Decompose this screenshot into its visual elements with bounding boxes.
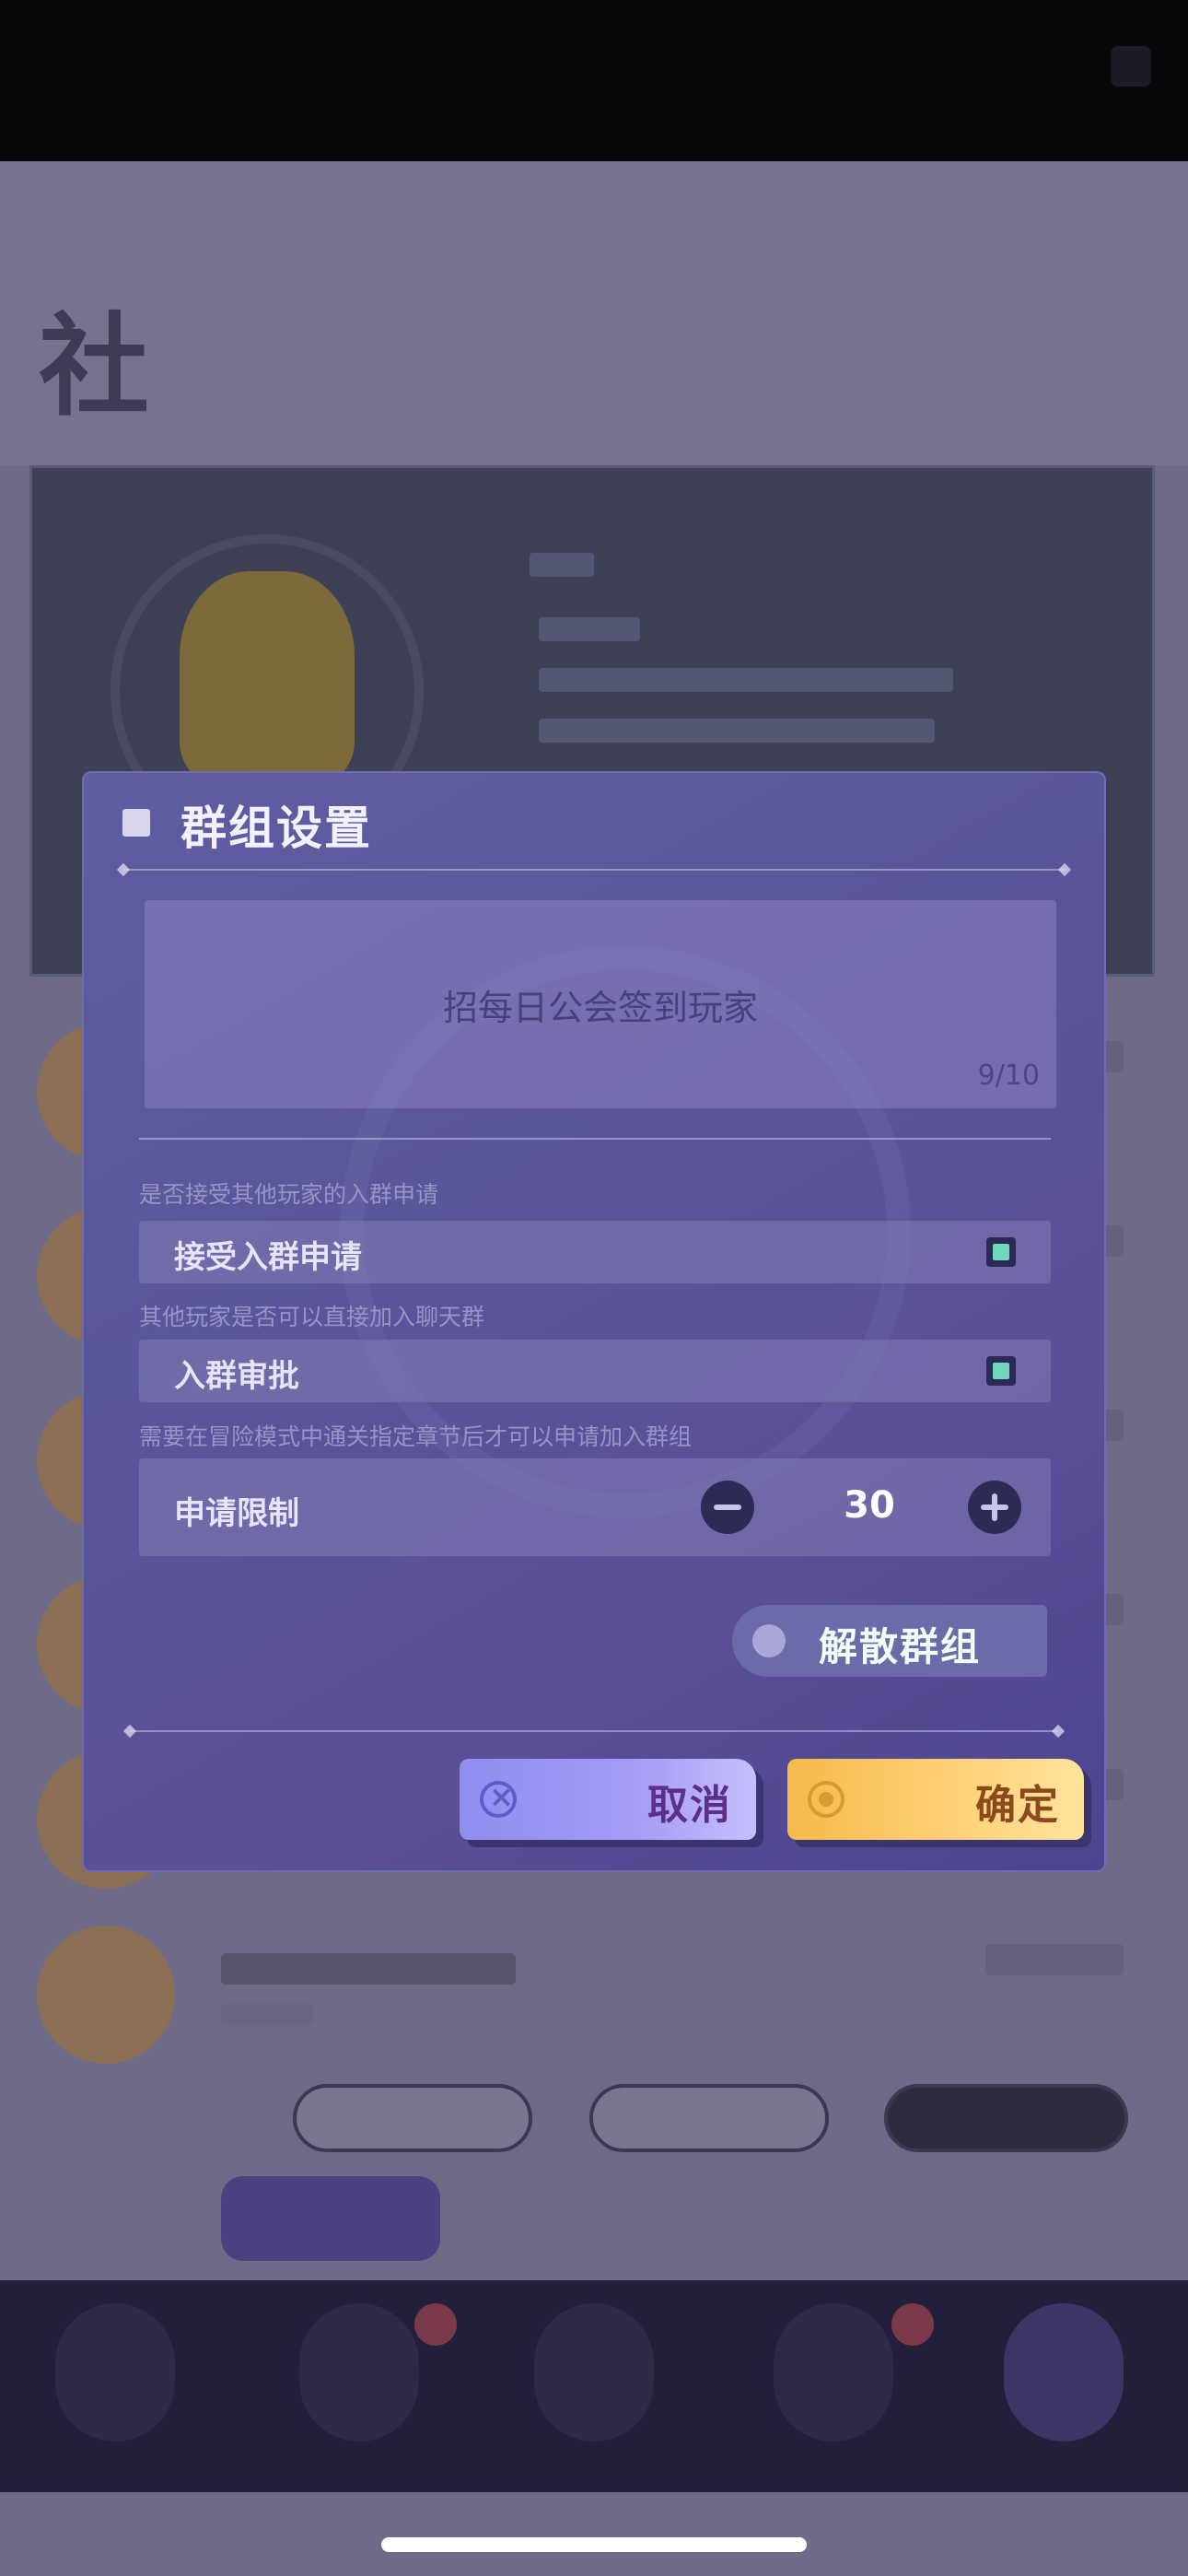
dialog-title: 群组设置 [181,801,372,855]
group-settings-dialog: 群组设置 招每日公会签到玩家 9/10 是否接受其他玩家的入群申请 接受入群申请… [82,771,1106,1872]
tab-icon [1004,2303,1124,2441]
menu-icon [1111,46,1151,87]
background-text-line [539,719,935,743]
footer-divider [122,1724,1066,1739]
join-approval-label: 入群审批 [174,1358,299,1395]
join-approval-hint: 其他玩家是否可以直接加入聊天群 [139,1304,485,1330]
group-description-text: 招每日公会签到玩家 [442,988,758,1028]
disband-group-button[interactable]: 解散群组 [732,1605,1047,1677]
accept-applications-hint: 是否接受其他玩家的入群申请 [139,1181,439,1208]
accept-applications-row[interactable]: 接受入群申请 [139,1221,1051,1283]
tab-icon [299,2303,419,2441]
accept-applications-label: 接受入群申请 [174,1239,362,1276]
join-approval-checkbox[interactable] [986,1356,1016,1386]
background-list-item [37,1907,1151,2073]
background-chip [293,2084,532,2152]
apply-limit-row: 申请限制 30 [139,1458,1051,1556]
background-header [0,161,1188,465]
background-tab-chip [221,2176,440,2261]
background-chip [589,2084,829,2152]
background-text-line [539,617,640,641]
notification-dot [414,2303,457,2346]
home-indicator[interactable] [381,2537,807,2552]
title-divider [116,862,1072,877]
tab-icon [55,2303,175,2441]
disband-group-label: 解散群组 [819,1624,982,1669]
apply-limit-label: 申请限制 [174,1495,299,1532]
cancel-label: 取消 [647,1782,732,1829]
cancel-button[interactable]: 取消 [460,1759,756,1840]
background-title-logo: 社 [39,301,149,431]
title-square-icon [122,809,150,837]
guild-emblem-icon [180,571,355,783]
close-icon [480,1779,517,1818]
plus-icon[interactable] [968,1481,1021,1534]
apply-limit-value: 30 [844,1484,895,1527]
apply-limit-hint: 需要在冒险模式中通关指定章节后才可以申请加入群组 [139,1423,693,1450]
confirm-label: 确定 [975,1782,1060,1829]
status-area [0,0,1188,161]
confirm-button[interactable]: 确定 [787,1759,1084,1840]
confirm-circle-icon [808,1781,844,1818]
tab-icon [534,2303,654,2441]
background-text-line [539,668,953,692]
accept-applications-checkbox[interactable] [986,1237,1016,1267]
description-char-count: 9/10 [977,1060,1040,1092]
section-divider [139,1138,1051,1140]
disband-circle-icon [752,1624,786,1657]
notification-dot [891,2303,934,2346]
group-description-input[interactable]: 招每日公会签到玩家 9/10 [145,900,1056,1108]
minus-icon[interactable] [701,1481,754,1534]
background-chip [884,2084,1128,2152]
background-text-line [530,553,594,577]
join-approval-row[interactable]: 入群审批 [139,1340,1051,1402]
tab-icon [774,2303,893,2441]
